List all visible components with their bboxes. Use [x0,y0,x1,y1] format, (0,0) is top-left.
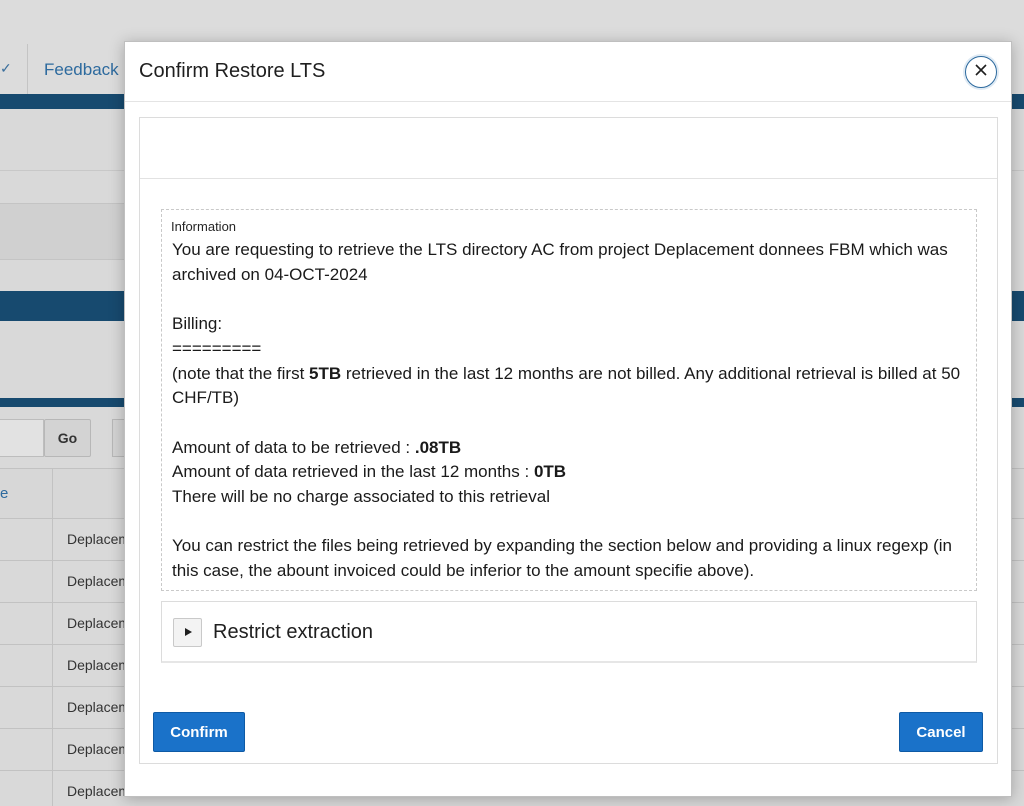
confirm-restore-dialog: Confirm Restore LTS Information You are … [124,41,1012,797]
column-divider [52,603,53,645]
billing-heading: Billing: [172,314,223,334]
feedback-link[interactable]: Feedback [44,60,119,80]
background-search-input[interactable] [0,419,44,457]
table-cell: Deplacem [67,657,131,673]
table-cell: Deplacem [67,783,131,799]
table-cell: Deplacem [67,699,131,715]
dialog-header: Confirm Restore LTS [125,42,1011,102]
nav-divider [27,44,28,94]
column-divider [52,729,53,771]
cancel-button[interactable]: Cancel [899,712,983,752]
go-button[interactable]: Go [44,419,91,457]
table-header-cell[interactable]: e [0,485,8,502]
column-divider [52,561,53,603]
column-divider [52,645,53,687]
charge-text: There will be no charge associated to th… [172,487,550,506]
expand-toggle-button[interactable] [173,618,202,647]
amount-retrieved: Amount of data retrieved in the last 12 … [172,460,968,485]
close-button[interactable] [965,56,997,88]
dialog-body: Information You are requesting to retrie… [139,117,998,764]
free-quota-value: 5TB [309,363,342,383]
information-text: You are requesting to retrieve the LTS d… [172,238,968,584]
close-icon [973,62,989,83]
column-divider [52,519,53,561]
dialog-body-top-region [140,118,997,179]
information-label: Information [171,219,237,234]
request-text: You are requesting to retrieve the LTS d… [172,240,948,284]
confirm-button[interactable]: Confirm [153,712,245,752]
table-cell: Deplacem [67,741,131,757]
restrict-extraction-title[interactable]: Restrict extraction [213,621,373,644]
play-triangle-icon [183,624,193,642]
table-cell: Deplacem [67,531,131,547]
amount-to-retrieve: Amount of data to be retrieved : .08TB [172,436,968,461]
column-divider [52,771,53,806]
table-cell: Deplacem [67,615,131,631]
billing-note-prefix: (note that the first [172,363,310,383]
billing-note: (note that the first 5TB retrieved in th… [172,362,968,411]
chevron-down-icon[interactable]: ✓ [0,60,12,77]
column-divider [52,469,53,519]
amount-value: .08TB [414,437,462,457]
restrict-extraction-section: Restrict extraction [161,601,977,663]
retrieved-label: Amount of data retrieved in the last 12 … [172,462,534,482]
billing-rule: ========= [172,338,262,358]
amount-label: Amount of data to be retrieved : [172,437,415,457]
information-region: Information You are requesting to retrie… [161,209,977,591]
retrieved-value: 0TB [533,462,567,482]
dialog-title: Confirm Restore LTS [139,60,326,82]
background-panel [0,203,124,260]
column-divider [52,687,53,729]
table-cell: Deplacem [67,573,131,589]
restrict-hint-text: You can restrict the files being retriev… [172,536,952,581]
